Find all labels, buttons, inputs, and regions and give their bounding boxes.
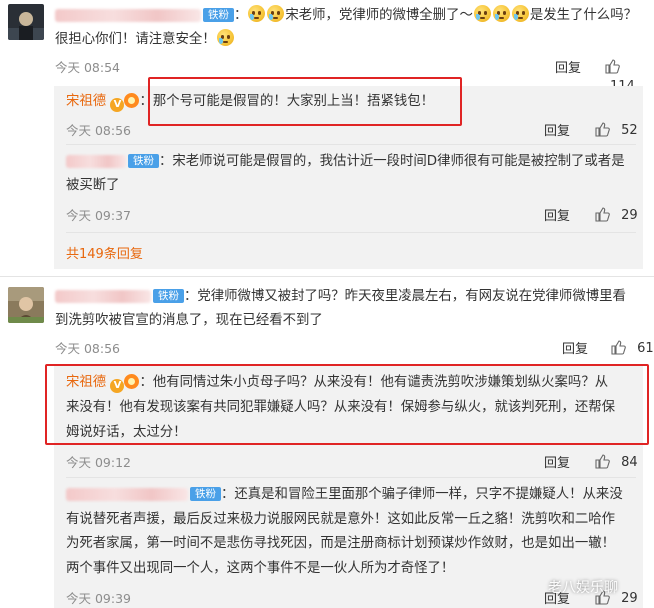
like-count: 84 [621, 455, 638, 470]
highlight-box [45, 364, 649, 445]
divider [66, 477, 636, 478]
comment-time: 今天 08:56 [55, 341, 120, 356]
reply-text: user铁粉：还真是和冒险王里面那个骗子律师一样，只字不提嫌疑人！从来没 有说替… [66, 487, 623, 576]
reply-text: user铁粉：宋老师说可能是假冒的，我估计近一段时间D律师很有可能是被控制了或者… [66, 154, 625, 193]
username-blurred[interactable]: user [66, 487, 188, 501]
like-count: 29 [621, 591, 638, 606]
reply-time: 今天 08:56 [66, 123, 131, 138]
thumbs-up-icon [595, 207, 610, 222]
fan-badge: 铁粉 [203, 8, 234, 22]
divider [66, 232, 636, 233]
reply-button[interactable]: 回复 [544, 452, 570, 471]
crying-emoji-icon [511, 5, 529, 22]
crying-emoji-icon [492, 5, 510, 22]
like-count: 52 [621, 123, 638, 138]
reply-time: 今天 09:12 [66, 455, 131, 470]
fan-badge: 铁粉 [128, 154, 159, 168]
avatar[interactable] [8, 4, 44, 40]
comment-time: 今天 08:54 [55, 60, 120, 75]
reply-time: 今天 09:37 [66, 208, 131, 223]
username-blurred[interactable]: user [55, 8, 201, 22]
like-button[interactable]: 29 [594, 204, 638, 223]
crying-emoji-icon [216, 29, 234, 46]
thumbs-up-icon [595, 454, 610, 469]
crying-emoji-icon [473, 5, 491, 22]
more-replies-link[interactable]: 共149条回复 [66, 243, 143, 262]
thumbs-up-icon [605, 59, 620, 74]
comment-text: user铁粉：党律师微博又被封了吗？昨天夜里凌晨左右，有网友说在党律师微博里看 … [55, 289, 626, 328]
like-button[interactable]: 52 [594, 119, 638, 138]
like-count: 29 [621, 208, 638, 223]
reply-button[interactable]: 回复 [555, 57, 581, 76]
username-blurred[interactable]: user [66, 154, 126, 168]
reply-button[interactable]: 回复 [544, 205, 570, 224]
thumbs-up-icon [611, 340, 626, 355]
fan-badge: 铁粉 [153, 289, 184, 303]
comment-divider [0, 276, 654, 277]
crying-emoji-icon [248, 5, 266, 22]
comment-text: user铁粉：宋老师，党律师的微博全删了～是发生了什么吗？ 很担心你们！请注意安… [55, 4, 645, 52]
reply-button[interactable]: 回复 [562, 338, 588, 357]
reply-button[interactable]: 回复 [544, 120, 570, 139]
thumbs-up-icon [595, 122, 610, 137]
like-count: 61 [637, 341, 654, 356]
crying-emoji-icon [267, 5, 285, 22]
like-button[interactable]: 61 [610, 337, 654, 356]
reply-author[interactable]: 宋祖德 [66, 94, 106, 109]
vip-badge-icon [124, 93, 140, 108]
highlight-box [148, 77, 462, 126]
like-button[interactable]: 84 [594, 451, 638, 470]
verified-icon: V [110, 98, 125, 112]
divider [66, 144, 636, 145]
avatar[interactable] [8, 287, 44, 323]
reply-time: 今天 09:39 [66, 591, 131, 606]
watermark: 老八娱乐聊 [548, 580, 618, 596]
username-blurred[interactable]: user [55, 289, 151, 303]
fan-badge: 铁粉 [190, 487, 221, 501]
